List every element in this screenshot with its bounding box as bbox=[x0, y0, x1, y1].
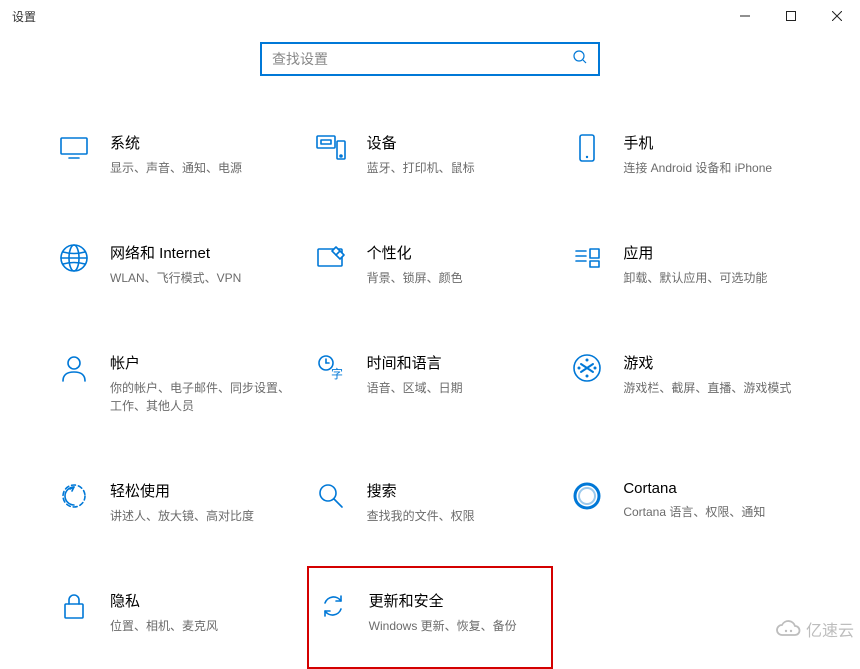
tile-desc: WLAN、飞行模式、VPN bbox=[110, 269, 291, 287]
time-icon: 字 bbox=[313, 350, 349, 386]
tile-text: 隐私位置、相机、麦克风 bbox=[110, 588, 291, 635]
tile-desc: 卸载、默认应用、可选功能 bbox=[623, 269, 804, 287]
tile-title: 手机 bbox=[623, 132, 804, 153]
tile-desc: 背景、锁屏、颜色 bbox=[367, 269, 548, 287]
personalization-icon bbox=[313, 240, 349, 276]
tile-apps[interactable]: 应用卸载、默认应用、可选功能 bbox=[563, 236, 810, 291]
tile-devices[interactable]: 设备蓝牙、打印机、鼠标 bbox=[307, 126, 554, 181]
tile-title: 时间和语言 bbox=[367, 352, 548, 373]
tile-privacy[interactable]: 隐私位置、相机、麦克风 bbox=[50, 584, 297, 669]
tile-desc: 查找我的文件、权限 bbox=[367, 507, 548, 525]
tile-title: 网络和 Internet bbox=[110, 242, 291, 263]
tile-text: 个性化背景、锁屏、颜色 bbox=[367, 240, 548, 287]
watermark: 亿速云 bbox=[774, 617, 854, 641]
settings-grid: 系统显示、声音、通知、电源 设备蓝牙、打印机、鼠标 手机连接 Android 设备和… bbox=[0, 106, 860, 669]
watermark-text: 亿速云 bbox=[806, 617, 854, 641]
ease-icon bbox=[56, 478, 92, 514]
tile-title: 搜索 bbox=[367, 480, 548, 501]
window-title: 设置 bbox=[12, 8, 36, 25]
cortana-icon bbox=[569, 478, 605, 514]
tile-network[interactable]: 网络和 Internet WLAN、飞行模式、VPN bbox=[50, 236, 297, 291]
maximize-button[interactable] bbox=[768, 0, 814, 32]
network-icon bbox=[56, 240, 92, 276]
phone-icon bbox=[569, 130, 605, 166]
tile-text: 系统显示、声音、通知、电源 bbox=[110, 130, 291, 177]
tile-title: 轻松使用 bbox=[110, 480, 291, 501]
tile-title: 游戏 bbox=[623, 352, 804, 373]
tile-time[interactable]: 字 时间和语言语音、区域、日期 bbox=[307, 346, 554, 419]
tile-text: 轻松使用讲述人、放大镜、高对比度 bbox=[110, 478, 291, 525]
devices-icon bbox=[313, 130, 349, 166]
tile-desc: 位置、相机、麦克风 bbox=[110, 617, 291, 635]
privacy-icon bbox=[56, 588, 92, 624]
tile-text: 游戏游戏栏、截屏、直播、游戏模式 bbox=[623, 350, 804, 397]
tile-update[interactable]: 更新和安全 Windows 更新、恢复、备份 bbox=[307, 566, 554, 669]
tile-desc: 讲述人、放大镜、高对比度 bbox=[110, 507, 291, 525]
tile-text: 更新和安全 Windows 更新、恢复、备份 bbox=[369, 588, 546, 635]
window-controls bbox=[722, 0, 860, 32]
search-container bbox=[0, 42, 860, 76]
tile-phone[interactable]: 手机连接 Android 设备和 iPhone bbox=[563, 126, 810, 181]
tile-title: Cortana bbox=[623, 480, 804, 497]
tile-personalization[interactable]: 个性化背景、锁屏、颜色 bbox=[307, 236, 554, 291]
search-input[interactable] bbox=[272, 51, 572, 67]
tile-accounts[interactable]: 帐户你的帐户、电子邮件、同步设置、工作、其他人员 bbox=[50, 346, 297, 419]
tile-text: 应用卸载、默认应用、可选功能 bbox=[623, 240, 804, 287]
cloud-icon bbox=[774, 619, 802, 639]
search-icon bbox=[572, 49, 588, 70]
update-icon bbox=[315, 588, 351, 624]
tile-desc: Cortana 语言、权限、通知 bbox=[623, 503, 804, 521]
apps-icon bbox=[569, 240, 605, 276]
tile-desc: 语音、区域、日期 bbox=[367, 379, 548, 397]
tile-desc: Windows 更新、恢复、备份 bbox=[369, 617, 546, 635]
tile-title: 设备 bbox=[367, 132, 548, 153]
svg-text:字: 字 bbox=[331, 366, 343, 381]
tile-system[interactable]: 系统显示、声音、通知、电源 bbox=[50, 126, 297, 181]
tile-text: 帐户你的帐户、电子邮件、同步设置、工作、其他人员 bbox=[110, 350, 291, 415]
minimize-icon bbox=[740, 11, 750, 21]
tile-ease[interactable]: 轻松使用讲述人、放大镜、高对比度 bbox=[50, 474, 297, 529]
system-icon bbox=[56, 130, 92, 166]
search-cat-icon bbox=[313, 478, 349, 514]
search-box[interactable] bbox=[260, 42, 600, 76]
tile-title: 隐私 bbox=[110, 590, 291, 611]
tile-text: 时间和语言语音、区域、日期 bbox=[367, 350, 548, 397]
tile-desc: 蓝牙、打印机、鼠标 bbox=[367, 159, 548, 177]
tile-cortana[interactable]: Cortana Cortana 语言、权限、通知 bbox=[563, 474, 810, 529]
close-button[interactable] bbox=[814, 0, 860, 32]
tile-desc: 游戏栏、截屏、直播、游戏模式 bbox=[623, 379, 804, 397]
tile-title: 帐户 bbox=[110, 352, 291, 373]
tile-title: 应用 bbox=[623, 242, 804, 263]
tile-text: 手机连接 Android 设备和 iPhone bbox=[623, 130, 804, 177]
close-icon bbox=[832, 11, 842, 21]
tile-text: Cortana Cortana 语言、权限、通知 bbox=[623, 478, 804, 521]
tile-search-cat[interactable]: 搜索查找我的文件、权限 bbox=[307, 474, 554, 529]
tile-text: 搜索查找我的文件、权限 bbox=[367, 478, 548, 525]
maximize-icon bbox=[786, 11, 796, 21]
tile-text: 网络和 Internet WLAN、飞行模式、VPN bbox=[110, 240, 291, 287]
tile-title: 系统 bbox=[110, 132, 291, 153]
tile-desc: 显示、声音、通知、电源 bbox=[110, 159, 291, 177]
tile-text: 设备蓝牙、打印机、鼠标 bbox=[367, 130, 548, 177]
tile-title: 更新和安全 bbox=[369, 590, 546, 611]
titlebar: 设置 bbox=[0, 0, 860, 32]
gaming-icon bbox=[569, 350, 605, 386]
minimize-button[interactable] bbox=[722, 0, 768, 32]
tile-title: 个性化 bbox=[367, 242, 548, 263]
tile-gaming[interactable]: 游戏游戏栏、截屏、直播、游戏模式 bbox=[563, 346, 810, 419]
accounts-icon bbox=[56, 350, 92, 386]
tile-desc: 你的帐户、电子邮件、同步设置、工作、其他人员 bbox=[110, 379, 291, 415]
tile-desc: 连接 Android 设备和 iPhone bbox=[623, 159, 804, 177]
